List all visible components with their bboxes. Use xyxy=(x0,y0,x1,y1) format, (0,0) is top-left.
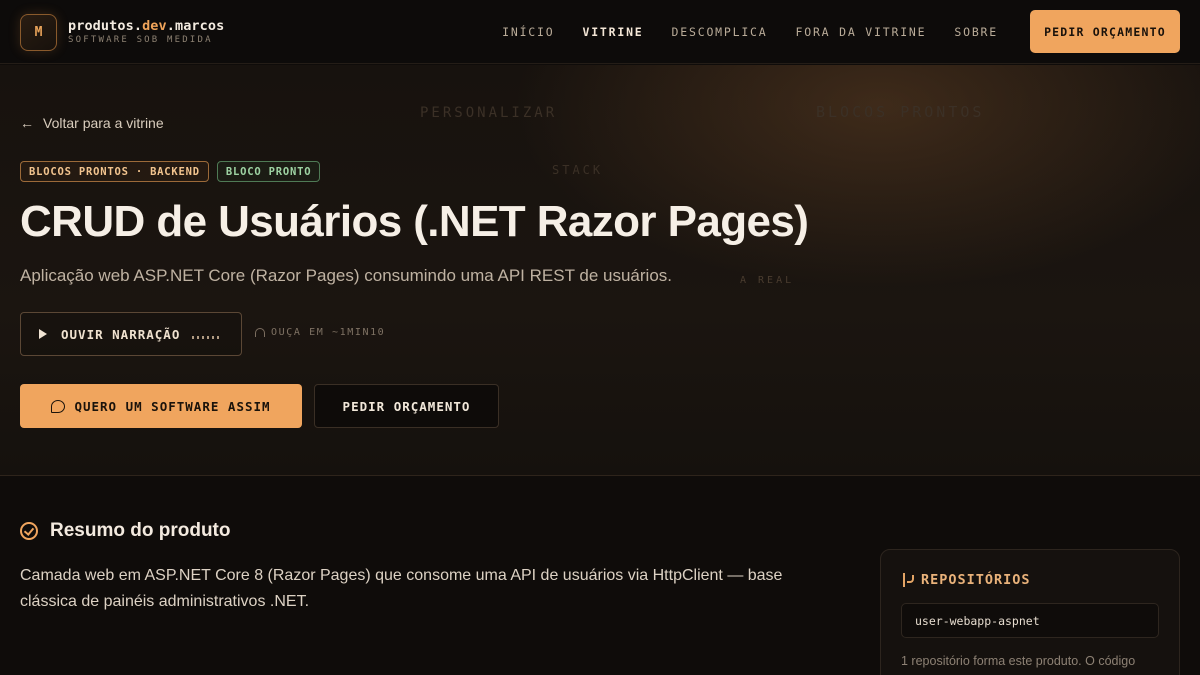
check-circle-icon xyxy=(20,522,38,540)
category-badges: BLOCOS PRONTOS · BACKEND BLOCO PRONTO xyxy=(20,161,321,182)
background-word: A REAL xyxy=(740,275,795,286)
back-link[interactable]: ← Voltar para a vitrine xyxy=(20,115,164,131)
repositories-title: REPOSITÓRIOS xyxy=(921,572,1031,588)
logo-icon[interactable]: M xyxy=(20,14,57,51)
repository-link[interactable]: user-webapp-aspnet xyxy=(901,603,1159,638)
request-quote-button[interactable]: PEDIR ORÇAMENTO xyxy=(314,384,499,428)
narration-label: OUVIR NARRAÇÃO xyxy=(61,326,181,342)
brand-tagline: SOFTWARE SOB MEDIDA xyxy=(68,35,213,45)
brand-name: produtos.dev.marcos xyxy=(68,18,225,34)
play-narration-button[interactable]: OUVIR NARRAÇÃO xyxy=(20,312,242,356)
arrow-left-icon: ← xyxy=(20,115,34,131)
background-word: PERSONALIZAR xyxy=(420,105,558,121)
repositories-header: REPOSITÓRIOS xyxy=(901,572,1031,588)
nav-inicio[interactable]: INÍCIO xyxy=(502,25,554,39)
top-navbar: M produtos.dev.marcos SOFTWARE SOB MEDID… xyxy=(0,0,1200,64)
status-badge: BLOCO PRONTO xyxy=(216,161,321,182)
nav-sobre[interactable]: SOBRE xyxy=(954,25,998,39)
header-quote-button[interactable]: PEDIR ORÇAMENTO xyxy=(1030,10,1180,53)
summary-header: Resumo do produto xyxy=(20,520,230,542)
headphones-icon xyxy=(255,328,265,337)
background-word: BLOCOS PRONTOS xyxy=(816,103,985,121)
listen-duration-label: OUÇA EM ~1MIN10 xyxy=(271,327,386,338)
waveform-icon xyxy=(192,329,220,339)
hero-section: PERSONALIZAR BLOCOS PRONTOS STACK A REAL… xyxy=(0,65,1200,476)
summary-title: Resumo do produto xyxy=(50,520,231,541)
main-nav: INÍCIO VITRINE DESCOMPLICA FORA DA VITRI… xyxy=(474,25,998,39)
repositories-note: 1 repositório forma este produto. O códi… xyxy=(901,654,1136,668)
want-software-label: QUERO UM SOFTWARE ASSIM xyxy=(74,398,271,414)
background-word: STACK xyxy=(552,163,604,177)
repositories-card: REPOSITÓRIOS user-webapp-aspnet 1 reposi… xyxy=(880,549,1180,675)
category-badge: BLOCOS PRONTOS · BACKEND xyxy=(20,161,209,182)
back-link-label: Voltar para a vitrine xyxy=(43,115,164,131)
brand[interactable]: produtos.dev.marcos SOFTWARE SOB MEDIDA xyxy=(68,18,224,45)
page-subtitle: Aplicação web ASP.NET Core (Razor Pages)… xyxy=(20,266,672,285)
nav-vitrine[interactable]: VITRINE xyxy=(582,25,643,39)
summary-text: Camada web em ASP.NET Core 8 (Razor Page… xyxy=(20,567,783,610)
nav-fora-da-vitrine[interactable]: FORA DA VITRINE xyxy=(796,25,927,39)
nav-descomplica[interactable]: DESCOMPLICA xyxy=(672,25,768,39)
page-title: CRUD de Usuários (.NET Razor Pages) xyxy=(20,197,809,246)
chat-bubble-icon xyxy=(51,399,66,413)
want-software-button[interactable]: QUERO UM SOFTWARE ASSIM xyxy=(20,384,302,428)
play-icon xyxy=(39,329,47,339)
git-branch-icon xyxy=(901,573,914,587)
listen-duration: OUÇA EM ~1MIN10 xyxy=(255,327,385,338)
brand-accent: dev xyxy=(142,18,167,34)
